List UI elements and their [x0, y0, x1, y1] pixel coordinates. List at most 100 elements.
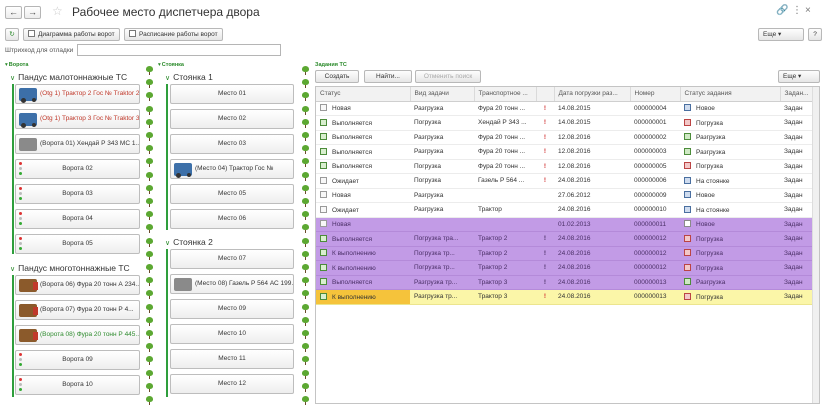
vehicle-cell: Фура 20 тонн ... [474, 101, 536, 116]
task-type-cell: Погрузка тр... [410, 260, 474, 276]
parking-tile[interactable]: Место 06 [170, 209, 294, 229]
table-row[interactable]: Новая 01.02.2013 000000011 Новое Задан [316, 217, 819, 232]
task-status-icon [684, 133, 691, 141]
status-cell: Выполняется [316, 144, 410, 160]
parking-section-title[interactable]: ▾Стоянка [158, 62, 184, 68]
table-row[interactable]: Новая Разгрузка 27.06.2012 000000009 Новое За… [316, 188, 819, 203]
table-row[interactable]: Выполняется Разгрузка Фура 20 тонн ...! 12.… [316, 144, 819, 160]
menu-dots-icon[interactable]: ⋮ [792, 5, 802, 17]
parking-tile[interactable]: Место 11 [170, 349, 294, 369]
parking-tile[interactable]: (Место 08) Газель Р 564 АС 199... [170, 274, 294, 294]
create-task-button[interactable]: Создать [315, 70, 359, 83]
gate-tile[interactable]: (Ворота 08) Фура 20 тонн Р 445... [15, 325, 140, 345]
tree-icon [146, 119, 153, 128]
gates-group-small-title[interactable]: ∨ Пандус малотоннажные ТС [10, 72, 127, 84]
vehicle-cell [474, 217, 536, 232]
gate-schedule-button[interactable]: Расписание работы ворот [124, 28, 223, 41]
task-status-icon [684, 176, 691, 184]
parking-tile[interactable]: Место 03 [170, 134, 294, 154]
gate-tile[interactable]: Ворота 10 [15, 375, 140, 395]
link-icon[interactable]: 🔗 [776, 5, 788, 17]
parking-tile[interactable]: Место 02 [170, 109, 294, 129]
find-button[interactable]: Найти... [364, 70, 412, 83]
document-icon [320, 191, 327, 199]
document-icon [320, 147, 327, 155]
parking-tile[interactable]: Место 07 [170, 249, 294, 269]
parking-tile[interactable]: Место 09 [170, 299, 294, 319]
status-cell: Выполняется [316, 130, 410, 145]
forward-button[interactable]: → [24, 6, 41, 19]
status-cell: Ожидает [316, 202, 410, 218]
column-header[interactable]: Дата погрузки раз... [554, 87, 631, 102]
table-scrollbar[interactable] [812, 87, 819, 403]
gate-diagram-button[interactable]: Диаграмма работы ворот [23, 28, 120, 41]
table-row[interactable]: Новая Разгрузка Фура 20 тонн ...! 14.08.201… [316, 101, 819, 116]
date-cell: 24.08.2016 [554, 289, 630, 305]
tree-icon [146, 224, 153, 233]
gate-tile-label: Ворота 10 [62, 381, 93, 388]
page-title: Рабочее место диспетчера двора [72, 5, 260, 19]
table-row[interactable]: Ожидает Разгрузка Трактор 24.08.2016 0000000… [316, 202, 819, 218]
parking-tile[interactable]: Место 10 [170, 324, 294, 344]
table-row[interactable]: Выполняется Разгрузка Фура 20 тонн ...! 12.… [316, 130, 819, 145]
task-status-cell: На стоянке [680, 173, 780, 189]
status-cell: Выполняется [316, 159, 410, 174]
parking-tile[interactable]: Место 05 [170, 184, 294, 204]
favorite-star-icon[interactable]: ☆ [52, 4, 63, 18]
parking-tile[interactable]: Место 01 [170, 84, 294, 104]
help-button[interactable]: ? [808, 28, 822, 41]
column-header[interactable]: Статус задания [680, 87, 781, 102]
vehicle-cell [474, 188, 536, 203]
date-cell: 27.06.2012 [554, 188, 630, 203]
gate-tile[interactable]: (Otg 1) Трактор 3 Гос № Traktor 3 [15, 109, 140, 129]
document-icon [320, 249, 327, 257]
parking-group-2-title[interactable]: ∨ Стоянка 2 [165, 237, 213, 249]
status-cell: К выполнению [316, 260, 410, 276]
refresh-button[interactable]: ↻ [5, 28, 19, 41]
tree-icon [302, 290, 309, 299]
gate-tile[interactable]: Ворота 05 [15, 234, 140, 254]
barcode-input[interactable] [77, 44, 281, 56]
parking-group-1-title[interactable]: ∨ Стоянка 1 [165, 72, 213, 84]
gate-tile[interactable]: Ворота 04 [15, 209, 140, 229]
table-row[interactable]: К выполнению Погрузка тр... Трактор 2! 24.0… [316, 260, 819, 276]
table-row[interactable]: Выполняется Погрузка Хендай Р 343 ...! 14.0… [316, 115, 819, 131]
cancel-search-button[interactable]: Отменить поиск [415, 70, 481, 83]
gate-tile[interactable]: (Otg 1) Трактор 2 Гос № Traktor 2 [15, 84, 140, 104]
document-icon [320, 234, 327, 242]
status-text: Выполняется [332, 279, 372, 287]
gate-tile[interactable]: (Ворота 07) Фура 20 тонн Р 4... [15, 300, 140, 320]
parking-tile-label: (Место 08) Газель Р 564 АС 199... [195, 280, 294, 287]
tree-icon [146, 238, 153, 247]
priority-flag-cell: ! [536, 115, 554, 131]
date-cell: 14.08.2015 [554, 101, 630, 116]
more-button[interactable]: Еще ▾ [758, 28, 804, 41]
column-header[interactable] [536, 87, 555, 102]
parking-tile[interactable]: Место 12 [170, 374, 294, 394]
close-icon[interactable]: × [805, 5, 811, 17]
gate-tile[interactable]: (Ворота 01) Хендай Р 343 МС 1... [15, 134, 140, 154]
gate-tile[interactable]: Ворота 09 [15, 350, 140, 370]
tasks-table[interactable]: Статус Вид задачи Транспортное ... Дата пог… [315, 86, 820, 404]
back-button[interactable]: ← [5, 6, 22, 19]
gate-tile[interactable]: Ворота 02 [15, 159, 140, 179]
table-row[interactable]: К выполнению Разгрузка тр... Трактор 3! 24.… [316, 289, 819, 305]
tasks-section-title: Задания ТС [315, 62, 347, 68]
column-header[interactable]: Вид задачи [410, 87, 475, 102]
tasks-more-button[interactable]: Еще ▾ [778, 70, 820, 83]
gates-section-title[interactable]: ▾Ворота [5, 62, 28, 68]
parking-tile[interactable]: (Место 04) Трактор Гос № [170, 159, 294, 179]
column-header[interactable]: Транспортное ... [474, 87, 537, 102]
table-row[interactable]: Выполняется Погрузка Фура 20 тонн ...! 12.0… [316, 159, 819, 174]
column-header[interactable]: Номер [630, 87, 681, 102]
table-row[interactable]: Выполняется Погрузка тра... Трактор 2! 24.0… [316, 231, 819, 247]
table-row[interactable]: К выполнению Погрузка тр... Трактор 2! 24.0… [316, 246, 819, 261]
table-row[interactable]: Ожидает Погрузка Газель Р 564 ...! 24.08.20… [316, 173, 819, 189]
column-header[interactable]: Статус [316, 87, 411, 102]
gate-tile[interactable]: Ворота 03 [15, 184, 140, 204]
table-row[interactable]: Выполняется Разгрузка тр... Трактор 3! 24.0… [316, 275, 819, 290]
gates-group-large-title[interactable]: ∨ Пандус многотоннажные ТС [10, 263, 130, 275]
truck-icon [19, 329, 38, 342]
gate-tile[interactable]: (Ворота 06) Фура 20 тонн А 234... [15, 275, 140, 295]
task-status-icon [684, 205, 691, 213]
